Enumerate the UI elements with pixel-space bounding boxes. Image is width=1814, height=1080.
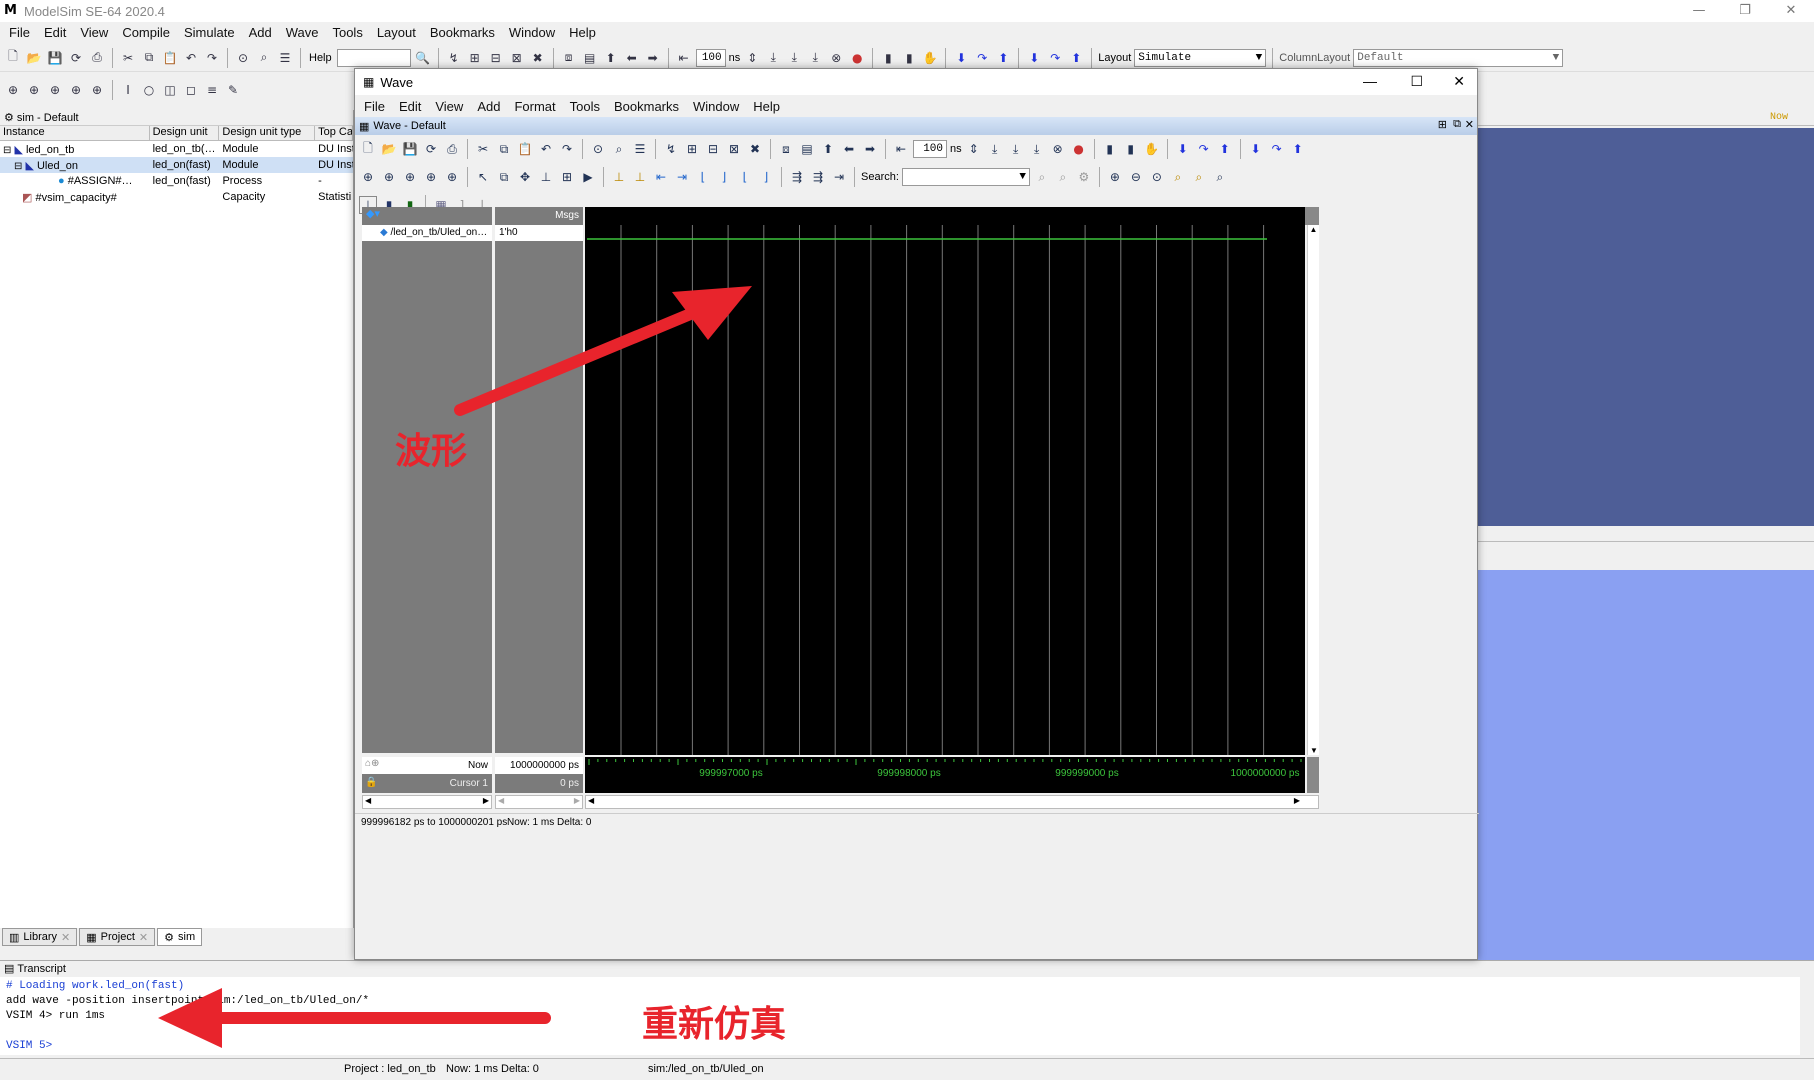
annotation-overlay — [158, 286, 752, 1048]
wave-annotation-label: 波形 — [395, 431, 468, 472]
resim-annotation-label: 重新仿真 — [642, 1004, 787, 1045]
wave-arrow — [454, 286, 752, 416]
resim-arrow — [158, 988, 551, 1048]
